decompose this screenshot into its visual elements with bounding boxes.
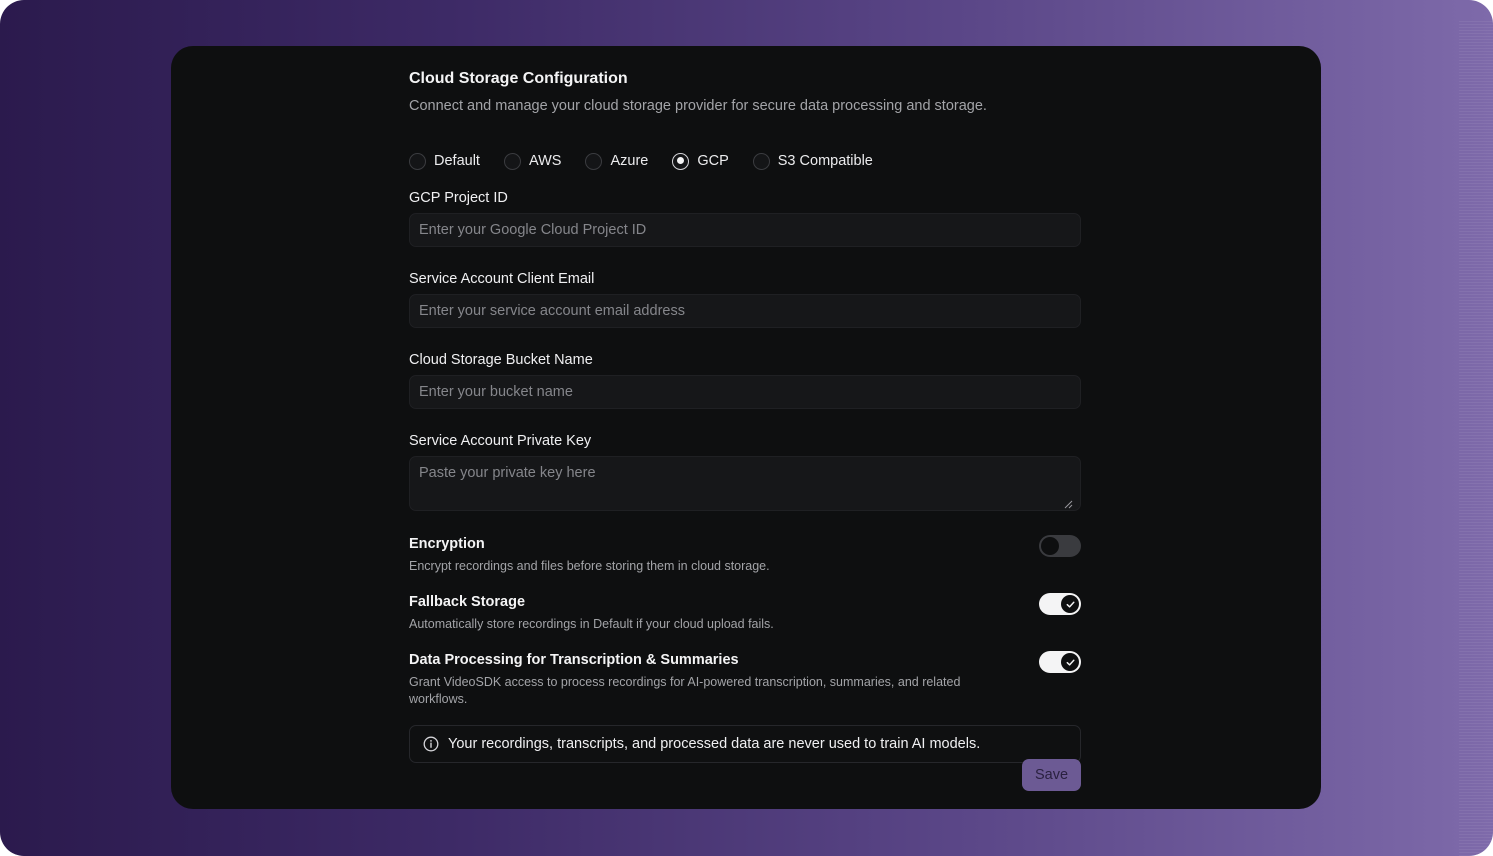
data-processing-setting: Data Processing for Transcription & Summ… <box>409 651 1081 708</box>
radio-button-selected[interactable] <box>672 152 690 170</box>
fallback-storage-description: Automatically store recordings in Defaul… <box>409 617 774 631</box>
client-email-label: Service Account Client Email <box>409 271 595 287</box>
bucket-name-label: Cloud Storage Bucket Name <box>409 352 593 368</box>
toggle-knob <box>1041 537 1059 555</box>
save-button[interactable]: Save <box>1022 759 1081 791</box>
encryption-toggle[interactable] <box>1039 535 1081 557</box>
info-icon <box>423 736 439 752</box>
settings-form: Cloud Storage Configuration Connect and … <box>409 68 1081 763</box>
radio-button[interactable] <box>585 152 603 170</box>
project-id-label: GCP Project ID <box>409 190 508 206</box>
toggle-knob <box>1061 653 1079 671</box>
radio-button[interactable] <box>409 152 426 170</box>
fallback-storage-toggle[interactable] <box>1039 593 1081 615</box>
private-key-field: Service Account Private Key <box>409 432 1081 516</box>
fallback-storage-setting: Fallback Storage Automatically store rec… <box>409 593 1081 633</box>
check-icon <box>1066 601 1075 608</box>
privacy-notice-text: Your recordings, transcripts, and proces… <box>448 736 981 752</box>
background-texture <box>1459 20 1493 856</box>
private-key-textarea[interactable] <box>409 456 1081 511</box>
bucket-name-field: Cloud Storage Bucket Name <box>409 351 1081 409</box>
provider-option-aws[interactable]: AWS <box>503 152 562 170</box>
radio-label: Azure <box>610 153 649 169</box>
bucket-name-input[interactable] <box>409 375 1081 409</box>
provider-radio-group: Default AWS Azure GCP S3 Compatible <box>409 150 1081 172</box>
check-icon <box>1066 659 1075 666</box>
project-id-field: GCP Project ID <box>409 189 1081 247</box>
provider-option-gcp[interactable]: GCP <box>672 152 729 170</box>
radio-button[interactable] <box>503 152 521 170</box>
settings-card: Cloud Storage Configuration Connect and … <box>171 46 1321 809</box>
data-processing-toggle[interactable] <box>1039 651 1081 673</box>
radio-label: AWS <box>528 153 562 169</box>
data-processing-title: Data Processing for Transcription & Summ… <box>409 652 739 668</box>
resize-handle-icon[interactable] <box>1063 499 1073 509</box>
radio-label: GCP <box>697 153 729 169</box>
private-key-wrapper <box>409 450 1081 516</box>
privacy-notice: Your recordings, transcripts, and proces… <box>409 725 1081 763</box>
fallback-storage-title: Fallback Storage <box>409 594 526 610</box>
radio-label: Default <box>434 153 480 169</box>
provider-option-azure[interactable]: Azure <box>585 152 649 170</box>
page-title: Cloud Storage Configuration <box>409 70 628 87</box>
radio-label: S3 Compatible <box>777 153 873 169</box>
data-processing-description: Grant VideoSDK access to process recordi… <box>409 675 961 706</box>
encryption-description: Encrypt recordings and files before stor… <box>409 559 770 573</box>
page-subtitle: Connect and manage your cloud storage pr… <box>409 98 987 114</box>
provider-option-default[interactable]: Default <box>409 152 480 170</box>
client-email-input[interactable] <box>409 294 1081 328</box>
client-email-field: Service Account Client Email <box>409 270 1081 328</box>
radio-button[interactable] <box>752 152 770 170</box>
encryption-title: Encryption <box>409 536 485 552</box>
project-id-input[interactable] <box>409 213 1081 247</box>
private-key-label: Service Account Private Key <box>409 433 592 449</box>
provider-option-s3-compatible[interactable]: S3 Compatible <box>752 152 873 170</box>
encryption-setting: Encryption Encrypt recordings and files … <box>409 535 1081 575</box>
toggle-knob <box>1061 595 1079 613</box>
